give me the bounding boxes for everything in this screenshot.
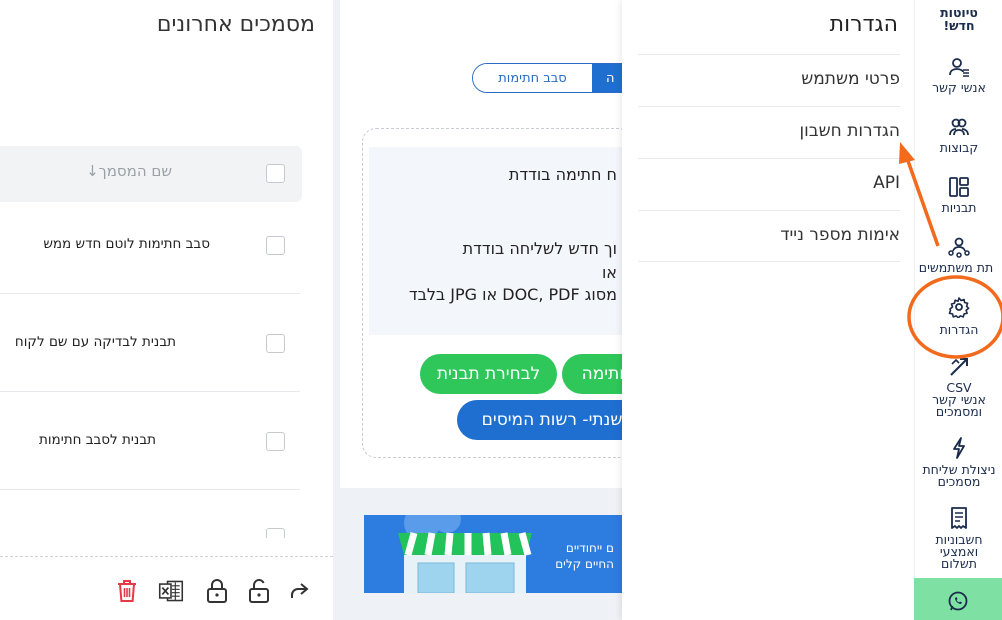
banner-line-1: ם ייחודיים (565, 541, 614, 555)
documents-table-header: שם המסמך↓ (0, 146, 302, 202)
main-sidebar: טיוטות חדש! אנשי קשר קבוצות תבניות תת מש… (914, 0, 1002, 620)
upload-instructions: ח חתימה בודדת וך חדש לשליחה בודדת או מסו… (369, 147, 639, 335)
row-checkbox[interactable] (266, 432, 285, 451)
dropzone-line-3: מסוג DOC, PDF או JPG בלבד (408, 285, 617, 304)
sidebar-item-label: קבוצות (939, 140, 979, 155)
document-name[interactable]: תבנית לבדיקה עם שם לקוח (15, 334, 176, 350)
menu-item-label: אימות מספר נייד (780, 225, 900, 245)
row-checkbox[interactable] (266, 334, 285, 353)
settings-menu: הגדרות פרטי משתמש הגדרות חשבון API אימות… (622, 0, 914, 620)
menu-item-api[interactable]: API (638, 158, 900, 210)
table-row[interactable]: תבנית לבדיקה עם שם לקוח (0, 294, 300, 392)
lightning-icon (953, 437, 965, 459)
sidebar-item-label: טיוטות חדש! (940, 5, 978, 33)
share-icon[interactable] (286, 578, 312, 604)
excel-icon[interactable] (158, 578, 184, 604)
sub-users-icon (948, 237, 970, 258)
whatsapp-icon (948, 591, 968, 611)
templates-icon (949, 177, 969, 197)
sidebar-item-label: הגדרות (939, 322, 979, 337)
document-name[interactable]: סבב חתימות לוטם חדש ממש (43, 236, 210, 252)
sidebar-item-invoices[interactable]: חשבוניות ואמצעי תשלום (915, 506, 1002, 570)
sort-by-name-header[interactable]: שם המסמך↓ (86, 162, 172, 180)
sidebar-item-label: מסמכים (937, 474, 981, 489)
tab-single-signature[interactable]: ה (592, 64, 621, 92)
toolbar-divider (0, 556, 333, 557)
row-checkbox[interactable] (266, 528, 285, 538)
menu-item-label: API (873, 173, 900, 193)
sidebar-item-contacts[interactable]: אנשי קשר (915, 56, 1002, 94)
select-all-checkbox[interactable] (266, 164, 285, 183)
unlock-icon[interactable] (246, 578, 272, 604)
whatsapp-button[interactable] (914, 578, 1002, 620)
groups-icon (949, 118, 969, 136)
dropzone-line-1: וך חדש לשליחה בודדת (462, 239, 617, 258)
recent-documents-panel: מסמכים אחרונים שם המסמך↓ סבב חתימות לוטם… (0, 0, 333, 620)
storefront-illustration (398, 515, 532, 593)
menu-item-user-details[interactable]: פרטי משתמש (638, 54, 900, 106)
sidebar-item-label: תשלום (941, 556, 977, 571)
sidebar-item-groups[interactable]: קבוצות (915, 116, 1002, 154)
table-row[interactable]: סבב חתימות לוטם חדש ממש (0, 202, 300, 294)
banner-line-2: החיים קלים (555, 557, 614, 571)
send-document-panel: סבב חתימות ה ח חתימה בודדת וך חדש לשליחה… (340, 0, 650, 488)
sidebar-item-label: תבניות (941, 200, 977, 215)
sidebar-item-settings[interactable]: הגדרות (915, 296, 1002, 336)
settings-icon (948, 297, 970, 318)
send-mode-toggle[interactable]: סבב חתימות ה (472, 63, 622, 93)
recent-documents-title: מסמכים אחרונים (156, 12, 315, 37)
promo-banner[interactable]: ם ייחודיים החיים קלים (364, 515, 622, 593)
table-row[interactable]: תבנית לסבב חתימות (0, 392, 300, 490)
invoice-icon (951, 507, 967, 529)
sidebar-item-label: תת משתמשים (918, 260, 994, 275)
dropzone-heading: ח חתימה בודדת (508, 165, 617, 184)
tab-signature-round[interactable]: סבב חתימות (473, 64, 592, 92)
document-name[interactable]: תבנית לסבב חתימות (39, 432, 156, 448)
tax-authority-button[interactable]: שנתי- רשות המיסים (457, 400, 647, 440)
sidebar-item-templates[interactable]: תבניות (915, 176, 1002, 214)
sidebar-item-sub-users[interactable]: תת משתמשים (915, 236, 1002, 274)
contacts-icon (949, 58, 969, 77)
trash-icon[interactable] (114, 578, 140, 604)
lock-icon[interactable] (204, 578, 230, 604)
dropzone-line-2: או (601, 263, 617, 282)
choose-template-button[interactable]: לבחירת תבנית (420, 354, 557, 394)
csv-icon (950, 358, 968, 376)
menu-item-label: פרטי משתמש (801, 69, 900, 89)
sidebar-item-new-drafts[interactable]: טיוטות חדש! (915, 6, 1002, 32)
menu-item-verify-mobile[interactable]: אימות מספר נייד (638, 210, 900, 262)
row-checkbox[interactable] (266, 236, 285, 255)
settings-menu-title: הגדרות (829, 12, 898, 37)
sidebar-item-sublabel: ומסמכים (935, 404, 983, 419)
sidebar-item-usage[interactable]: ניצולת שליחת מסמכים (915, 436, 1002, 488)
sidebar-item-label: אנשי קשר (932, 80, 986, 95)
sidebar-item-csv[interactable]: CSV אנשי קשר ומסמכים (915, 356, 1002, 418)
menu-item-label: הגדרות חשבון (799, 121, 900, 141)
menu-item-account-settings[interactable]: הגדרות חשבון (638, 106, 900, 158)
